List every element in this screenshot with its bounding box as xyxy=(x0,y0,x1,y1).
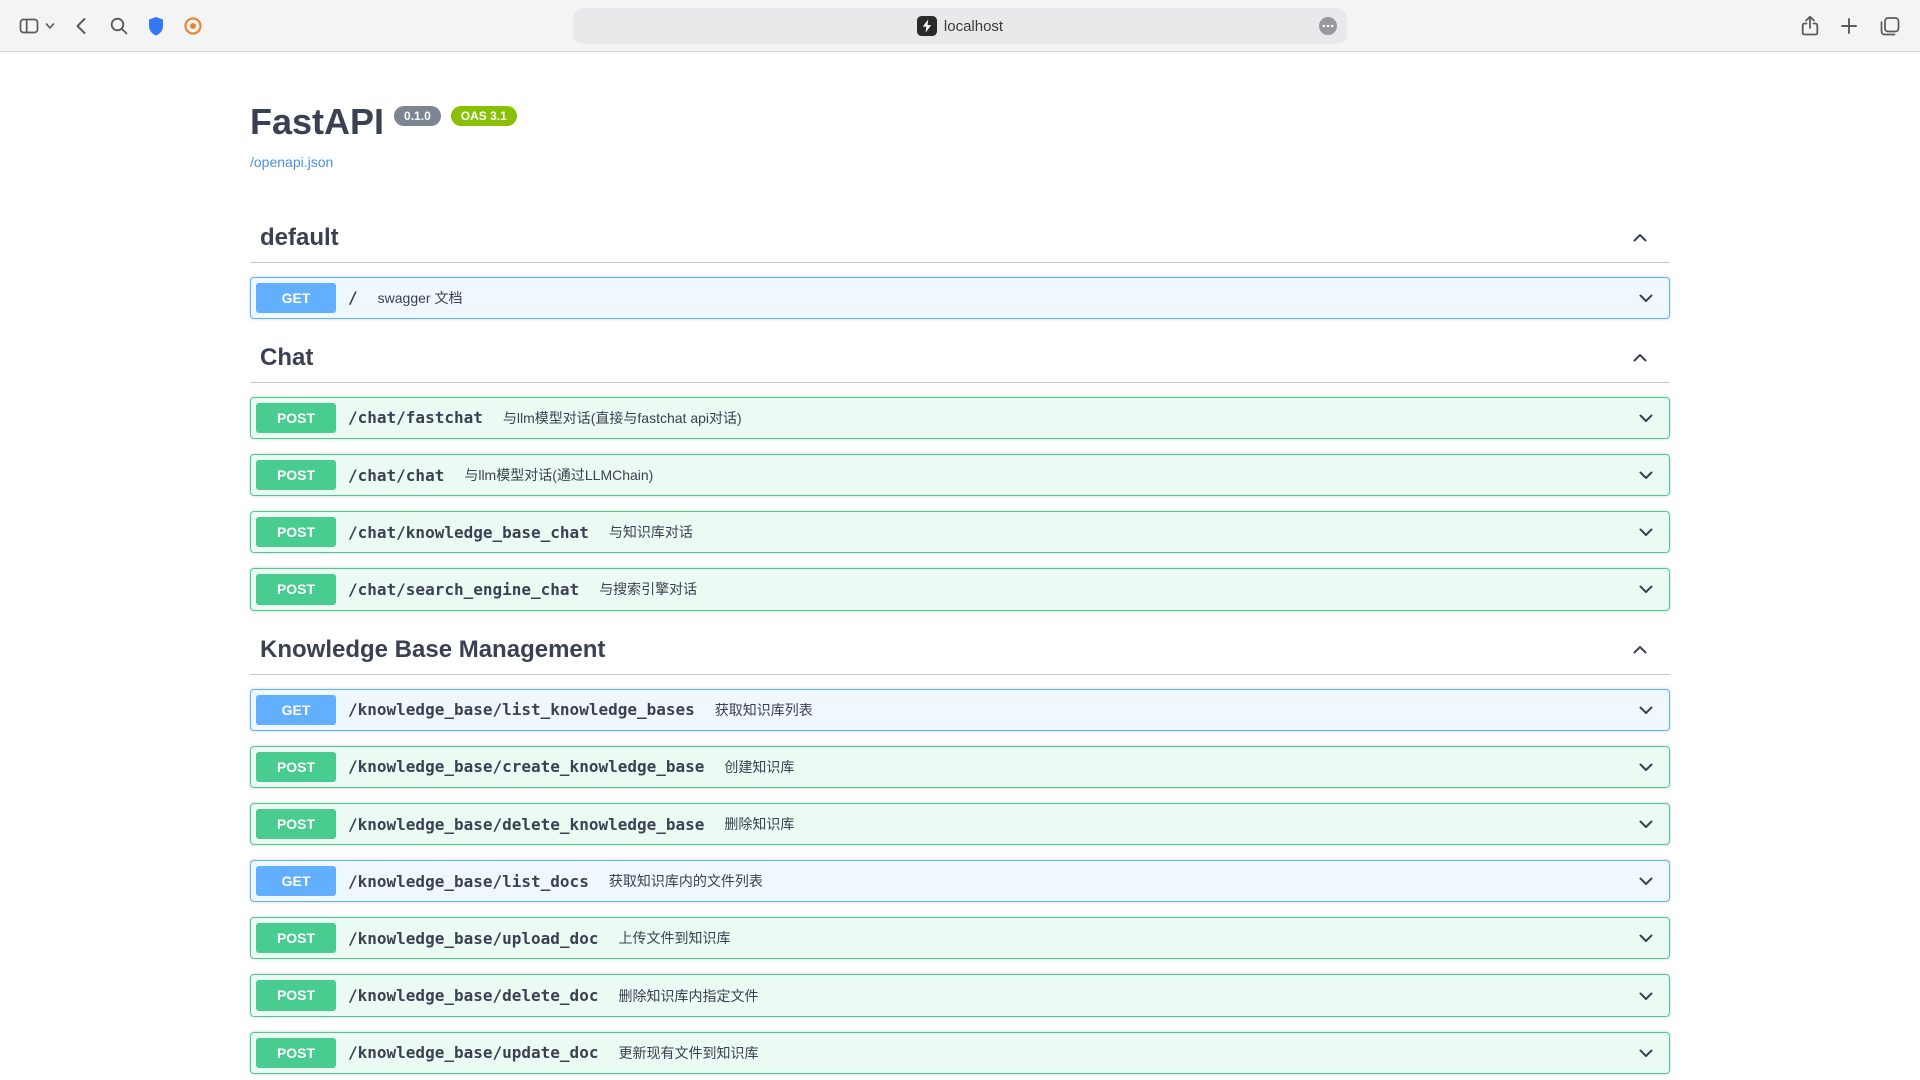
operation-list: GET / swagger 文档 xyxy=(250,277,1670,319)
chevron-down-icon[interactable] xyxy=(44,20,56,32)
api-info: FastAPI 0.1.0 OAS 3.1 /openapi.json xyxy=(250,102,1670,172)
operation-method-badge: GET xyxy=(256,695,336,725)
operation-path: /knowledge_base/create_knowledge_base xyxy=(336,757,714,776)
operation-list: POST /chat/fastchat 与llm模型对话(直接与fastchat… xyxy=(250,397,1670,611)
operation-method-badge: POST xyxy=(256,752,336,782)
chevron-down-icon[interactable] xyxy=(1636,928,1664,948)
url-text: localhost xyxy=(944,18,1003,35)
operation-row[interactable]: GET /knowledge_base/list_knowledge_bases… xyxy=(250,689,1670,731)
operation-row[interactable]: POST /chat/fastchat 与llm模型对话(直接与fastchat… xyxy=(250,397,1670,439)
operation-path: /knowledge_base/list_knowledge_bases xyxy=(336,700,705,719)
chevron-down-icon[interactable] xyxy=(1636,408,1664,428)
swagger-page: FastAPI 0.1.0 OAS 3.1 /openapi.json defa… xyxy=(0,52,1920,1079)
api-sections: default GET / swagger 文档 Chat POST /chat… xyxy=(250,214,1670,1079)
tag-header[interactable]: Knowledge Base Management xyxy=(250,626,1670,675)
operation-row[interactable]: POST /knowledge_base/create_knowledge_ba… xyxy=(250,746,1670,788)
operation-row[interactable]: POST /knowledge_base/delete_knowledge_ba… xyxy=(250,803,1670,845)
api-title-text: FastAPI xyxy=(250,102,384,142)
operation-description: 创建知识库 xyxy=(714,757,1636,777)
tag-header[interactable]: Chat xyxy=(250,334,1670,383)
operation-description: 获取知识库列表 xyxy=(705,700,1636,720)
chevron-up-icon[interactable] xyxy=(1630,640,1650,660)
operation-row[interactable]: POST /knowledge_base/delete_doc 删除知识库内指定… xyxy=(250,974,1670,1016)
browser-window: localhost FastAPI 0.1.0 OAS 3.1 xyxy=(0,0,1920,1079)
operation-description: 删除知识库内指定文件 xyxy=(608,986,1636,1006)
sidebar-icon[interactable] xyxy=(18,15,40,37)
operation-method-badge: POST xyxy=(256,574,336,604)
operation-path: /chat/knowledge_base_chat xyxy=(336,523,599,542)
operation-description: swagger 文档 xyxy=(368,288,1636,308)
operation-path: /chat/chat xyxy=(336,466,454,485)
operation-path: /chat/fastchat xyxy=(336,408,493,427)
tag-section: Knowledge Base Management GET /knowledge… xyxy=(250,626,1670,1079)
version-badge: 0.1.0 xyxy=(394,106,441,126)
chevron-down-icon[interactable] xyxy=(1636,288,1664,308)
tab-overview-icon[interactable] xyxy=(1878,15,1902,37)
chevron-down-icon[interactable] xyxy=(1636,986,1664,1006)
operation-method-badge: POST xyxy=(256,980,336,1010)
operation-path: /knowledge_base/delete_knowledge_base xyxy=(336,815,714,834)
new-tab-icon[interactable] xyxy=(1838,15,1860,37)
operation-method-badge: GET xyxy=(256,283,336,313)
operation-method-badge: POST xyxy=(256,809,336,839)
operation-description: 上传文件到知识库 xyxy=(608,928,1636,948)
tag-section: default GET / swagger 文档 xyxy=(250,214,1670,319)
operation-description: 与搜索引擎对话 xyxy=(589,579,1636,599)
address-bar[interactable]: localhost xyxy=(573,8,1347,44)
browser-toolbar: localhost xyxy=(0,0,1920,52)
operation-row[interactable]: POST /knowledge_base/upload_doc 上传文件到知识库 xyxy=(250,917,1670,959)
chevron-down-icon[interactable] xyxy=(1636,465,1664,485)
chevron-down-icon[interactable] xyxy=(1636,1043,1664,1063)
chevron-down-icon[interactable] xyxy=(1636,700,1664,720)
page-title: FastAPI 0.1.0 OAS 3.1 xyxy=(250,102,1670,142)
operation-method-badge: POST xyxy=(256,460,336,490)
search-icon[interactable] xyxy=(108,15,130,37)
chevron-down-icon[interactable] xyxy=(1636,814,1664,834)
ellipsis-icon[interactable] xyxy=(1317,15,1339,37)
operation-row[interactable]: GET /knowledge_base/list_docs 获取知识库内的文件列… xyxy=(250,860,1670,902)
chevron-down-icon[interactable] xyxy=(1636,757,1664,777)
share-icon[interactable] xyxy=(1800,14,1820,38)
operation-description: 删除知识库 xyxy=(714,814,1636,834)
operation-path: /chat/search_engine_chat xyxy=(336,580,589,599)
operation-description: 更新现有文件到知识库 xyxy=(608,1043,1636,1063)
section-title: Chat xyxy=(260,344,313,372)
openapi-spec-link[interactable]: /openapi.json xyxy=(250,154,333,170)
section-title: default xyxy=(260,224,339,252)
back-icon[interactable] xyxy=(72,15,92,37)
operation-description: 与llm模型对话(通过LLMChain) xyxy=(454,465,1636,485)
operation-row[interactable]: POST /chat/search_engine_chat 与搜索引擎对话 xyxy=(250,568,1670,610)
oas-badge: OAS 3.1 xyxy=(451,106,517,126)
operation-description: 与知识库对话 xyxy=(599,522,1636,542)
tag-section: Chat POST /chat/fastchat 与llm模型对话(直接与fas… xyxy=(250,334,1670,611)
operation-row[interactable]: POST /chat/chat 与llm模型对话(通过LLMChain) xyxy=(250,454,1670,496)
operation-path: /knowledge_base/upload_doc xyxy=(336,929,608,948)
page-favicon xyxy=(917,16,937,36)
operation-method-badge: POST xyxy=(256,923,336,953)
target-extension-icon[interactable] xyxy=(182,15,204,37)
operation-method-badge: POST xyxy=(256,403,336,433)
chevron-up-icon[interactable] xyxy=(1630,228,1650,248)
operation-method-badge: GET xyxy=(256,866,336,896)
operation-row[interactable]: GET / swagger 文档 xyxy=(250,277,1670,319)
chevron-up-icon[interactable] xyxy=(1630,348,1650,368)
operation-list: GET /knowledge_base/list_knowledge_bases… xyxy=(250,689,1670,1079)
operation-method-badge: POST xyxy=(256,1038,336,1068)
section-title: Knowledge Base Management xyxy=(260,636,605,664)
operation-method-badge: POST xyxy=(256,517,336,547)
tag-header[interactable]: default xyxy=(250,214,1670,263)
operation-description: 获取知识库内的文件列表 xyxy=(599,871,1636,891)
operation-path: /knowledge_base/list_docs xyxy=(336,872,599,891)
operation-path: / xyxy=(336,288,368,307)
operation-path: /knowledge_base/delete_doc xyxy=(336,986,608,1005)
operation-path: /knowledge_base/update_doc xyxy=(336,1043,608,1062)
shield-extension-icon[interactable] xyxy=(146,15,166,37)
chevron-down-icon[interactable] xyxy=(1636,871,1664,891)
operation-row[interactable]: POST /chat/knowledge_base_chat 与知识库对话 xyxy=(250,511,1670,553)
operation-description: 与llm模型对话(直接与fastchat api对话) xyxy=(493,408,1636,428)
chevron-down-icon[interactable] xyxy=(1636,522,1664,542)
chevron-down-icon[interactable] xyxy=(1636,579,1664,599)
operation-row[interactable]: POST /knowledge_base/update_doc 更新现有文件到知… xyxy=(250,1032,1670,1074)
